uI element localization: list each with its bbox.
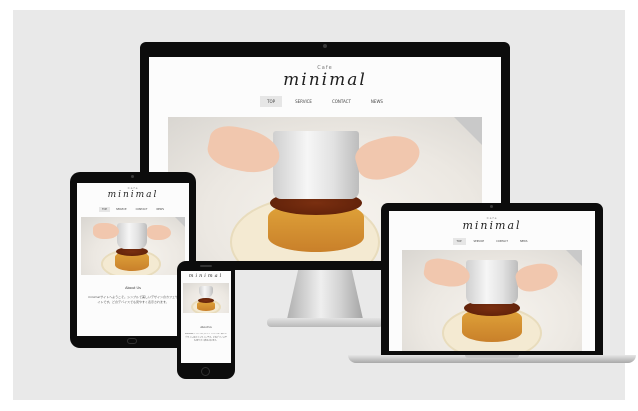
phone-section-heading: About Us: [200, 326, 212, 329]
tablet-hero-image: [81, 217, 185, 275]
left-hand: [204, 121, 284, 179]
phone-logo-wordmark: minimal: [188, 273, 224, 279]
laptop-logo-wordmark: minimal: [462, 219, 522, 232]
tablet-site-logo[interactable]: Cafe minimal: [77, 186, 189, 200]
laptop-camera: [490, 205, 493, 208]
right-hand: [351, 128, 425, 186]
tablet-logo-wordmark: minimal: [107, 190, 159, 200]
phone-mold: [199, 286, 213, 298]
phone-caramel-top: [198, 298, 214, 303]
tablet-left-hand: [93, 223, 119, 239]
laptop-screen: Cafe minimal TOP SERVICE CONTACT NEWS: [389, 211, 595, 351]
tablet-nav-contact[interactable]: CONTACT: [133, 207, 151, 212]
pudding-mold: [273, 131, 359, 199]
laptop-hero-corner: [566, 250, 582, 266]
hero-corner-shape: [454, 117, 482, 145]
nav-item-contact[interactable]: CONTACT: [325, 96, 358, 107]
tablet-camera: [131, 175, 134, 178]
laptop-left-hand: [422, 256, 472, 290]
nav-item-service[interactable]: SERVICE: [288, 96, 319, 107]
site-nav: TOP SERVICE CONTACT NEWS: [149, 96, 501, 107]
monitor-stand: [286, 270, 364, 322]
phone-site-logo[interactable]: minimal: [181, 273, 231, 279]
phone-home-button[interactable]: [201, 367, 210, 376]
monitor-base: [267, 318, 383, 327]
laptop-right-hand: [513, 259, 561, 295]
phone-body-text: minimalサイトへようこそ。シンプルで美しいデザインのカフェサイトです。どの…: [185, 333, 227, 342]
tablet-section-heading: About Us: [125, 286, 141, 290]
laptop-trackpad-notch: [465, 355, 519, 358]
tablet-body-text: minimalサイトへようこそ。シンプルで美しいデザインのカフェサイトです。どの…: [88, 295, 178, 304]
tablet-mold: [117, 223, 147, 249]
monitor-camera: [323, 44, 327, 48]
site-logo[interactable]: Cafe minimal: [149, 65, 501, 89]
laptop-nav-service[interactable]: SERVICE: [470, 238, 489, 245]
laptop-nav-top[interactable]: TOP: [452, 238, 466, 245]
laptop-mold: [466, 260, 518, 304]
laptop-nav-news[interactable]: NEWS: [516, 238, 532, 245]
tablet-hero-corner: [175, 217, 185, 227]
phone-speaker: [200, 265, 212, 267]
laptop-site-nav: TOP SERVICE CONTACT NEWS: [389, 238, 595, 245]
nav-item-top[interactable]: TOP: [260, 96, 283, 107]
tablet-nav-service[interactable]: SERVICE: [113, 207, 130, 212]
laptop-nav-contact[interactable]: CONTACT: [492, 238, 512, 245]
phone-hero-image: [183, 283, 229, 313]
mockup-stage: Cafe minimal TOP SERVICE CONTACT NEWS Ca…: [13, 10, 636, 400]
phone-screen: minimal About Us minimalサイトへようこそ。シンプルで美し…: [181, 271, 231, 363]
logo-wordmark: minimal: [283, 70, 367, 90]
tablet-site-nav: TOP SERVICE CONTACT NEWS: [77, 207, 189, 212]
nav-item-news[interactable]: NEWS: [364, 96, 390, 107]
tablet-nav-top[interactable]: TOP: [99, 207, 111, 212]
tablet-home-button[interactable]: [127, 338, 137, 344]
laptop-site-logo[interactable]: Cafe minimal: [389, 216, 595, 232]
tablet-nav-news[interactable]: NEWS: [153, 207, 167, 212]
tablet-screen: Cafe minimal TOP SERVICE CONTACT NEWS Ab…: [77, 183, 189, 336]
tablet-right-hand: [147, 225, 171, 240]
laptop-hero-image: [402, 250, 582, 351]
